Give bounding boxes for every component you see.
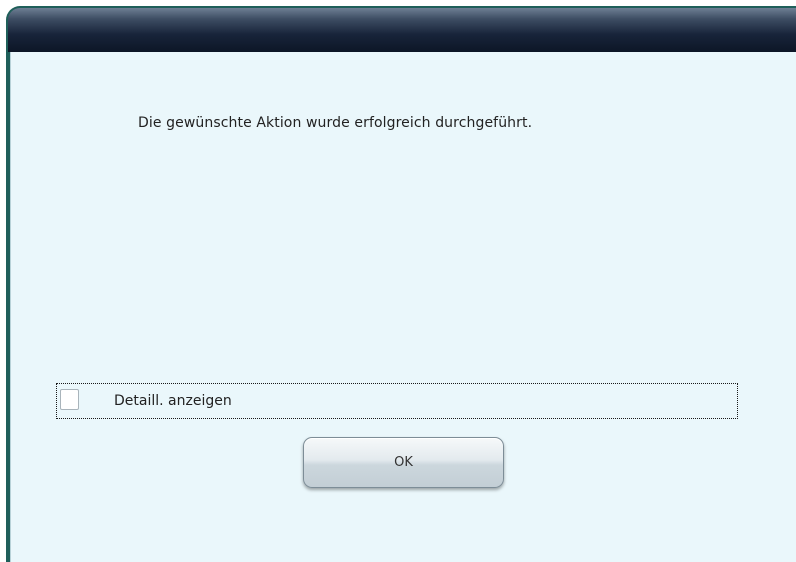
title-bar[interactable]	[8, 8, 796, 52]
status-message: Die gewünschte Aktion wurde erfolgreich …	[138, 115, 533, 131]
ok-button[interactable]: OK	[303, 437, 504, 488]
show-details-checkbox[interactable]	[60, 389, 79, 410]
show-details-label: Detaill. anzeigen	[114, 393, 232, 409]
show-details-toggle[interactable]: Detaill. anzeigen	[56, 383, 738, 419]
dialog-window: Die gewünschte Aktion wurde erfolgreich …	[6, 6, 796, 562]
dialog-content: Die gewünschte Aktion wurde erfolgreich …	[10, 52, 796, 562]
